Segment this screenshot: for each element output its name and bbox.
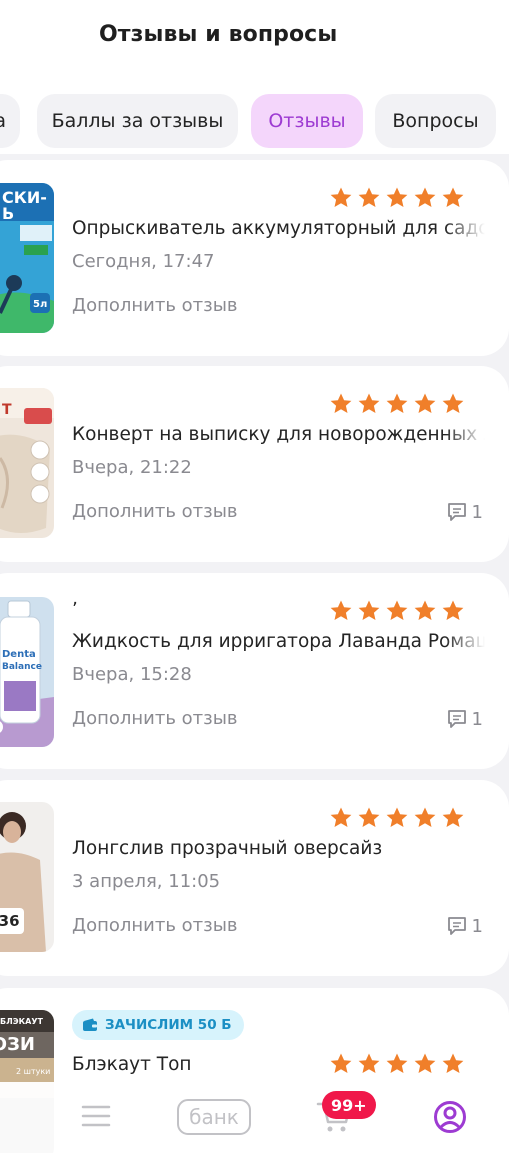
review-card[interactable]: Denta Balance ʼ Жидкость для ирригатора … [0,573,509,769]
star-icon [442,600,464,620]
comments-counter[interactable]: 1 [446,501,483,523]
rating-stars [329,186,465,210]
star-icon [414,807,436,827]
tabs-row: а Баллы за отзывы Отзывы Вопросы [0,78,509,154]
page-header: Отзывы и вопросы [0,0,509,78]
svg-text:4-36: 4-36 [0,912,20,930]
tab-prev[interactable]: а [0,94,20,148]
star-icon [330,1053,352,1073]
add-to-review-button[interactable]: Дополнить отзыв [72,915,238,936]
review-card[interactable]: T Конверт на выписку для новорожденных л… [0,366,509,562]
star-icon [358,187,380,207]
star-icon [442,1053,464,1073]
star-icon [330,393,352,413]
comments-counter[interactable]: 1 [446,915,483,937]
svg-text:2 штуки: 2 штуки [16,1067,50,1076]
tab-questions[interactable]: Вопросы [375,94,496,148]
product-image[interactable]: Denta Balance [0,597,54,747]
menu-icon[interactable] [80,1102,112,1134]
svg-text:Denta: Denta [2,649,36,660]
star-icon [414,393,436,413]
star-icon [442,393,464,413]
product-image[interactable]: СКИ- Ь 5л [0,183,54,333]
comments-count: 1 [471,708,483,730]
review-date: Сегодня, 17:47 [72,251,215,272]
wallet-icon [83,1018,97,1031]
cart-count-badge: 99+ [322,1091,376,1119]
comments-count: 1 [471,915,483,937]
review-date: Вчера, 15:28 [72,664,192,685]
star-icon [414,1053,436,1073]
review-card[interactable]: СКИ- Ь 5л Опрыскиватель аккумуляторный д… [0,160,509,356]
star-icon [358,600,380,620]
comments-counter[interactable]: 1 [446,708,483,730]
svg-text:Balance: Balance [2,662,42,672]
comment-icon [447,503,466,521]
product-title[interactable]: Лонгслив прозрачный оверсайз [72,838,485,859]
star-icon [414,600,436,620]
add-to-review-button[interactable]: Дополнить отзыв [72,501,238,522]
tab-reviews[interactable]: Отзывы [251,94,363,148]
profile-icon[interactable] [433,1100,467,1138]
star-icon [442,807,464,827]
star-icon [330,807,352,827]
review-date: Вчера, 21:22 [72,457,192,478]
svg-text:T: T [2,402,12,418]
svg-text:Ь: Ь [2,204,14,223]
star-icon [442,187,464,207]
star-icon [386,807,408,827]
comment-icon [447,710,466,728]
add-to-review-button[interactable]: Дополнить отзыв [72,708,238,729]
page-title: Отзывы и вопросы [99,22,338,47]
star-icon [358,807,380,827]
star-icon [330,187,352,207]
points-badge: ЗАЧИСЛИМ 50 Б [72,1010,244,1040]
comments-count: 1 [471,501,483,523]
product-title[interactable]: Жидкость для ирригатора Лаванда Ромашка [72,631,485,652]
star-icon [358,393,380,413]
star-icon [386,1053,408,1073]
review-card[interactable]: 4-36 Лонгслив прозрачный оверсайз 3 апре… [0,780,509,976]
star-icon [358,1053,380,1073]
product-title[interactable]: Конверт на выписку для новорожденных лет… [72,424,485,445]
bank-tab[interactable]: банк [177,1099,251,1135]
rating-stars [329,392,465,416]
product-title[interactable]: Опрыскиватель аккумуляторный для садовог… [72,218,485,239]
bank-label: банк [189,1105,239,1129]
star-icon [386,600,408,620]
rating-stars [329,599,465,623]
star-icon [386,187,408,207]
star-icon [330,600,352,620]
add-to-review-button[interactable]: Дополнить отзыв [72,295,238,316]
product-title[interactable]: Блэкаут Топ [72,1054,372,1075]
rating-stars [329,806,465,830]
product-image[interactable]: T [0,388,54,538]
svg-text:5л: 5л [33,299,47,310]
tab-points-for-reviews[interactable]: Баллы за отзывы [37,94,238,148]
decorative-mark: ʼ [72,599,78,620]
comment-icon [447,917,466,935]
svg-text:БЛЭКАУТ: БЛЭКАУТ [0,1017,44,1026]
star-icon [386,393,408,413]
review-date: 3 апреля, 11:05 [72,871,221,892]
points-badge-text: ЗАЧИСЛИМ 50 Б [105,1017,232,1033]
rating-stars [329,1052,465,1076]
product-image[interactable]: 4-36 [0,802,54,952]
star-icon [414,187,436,207]
svg-text:ЮЗИ: ЮЗИ [0,1034,35,1055]
